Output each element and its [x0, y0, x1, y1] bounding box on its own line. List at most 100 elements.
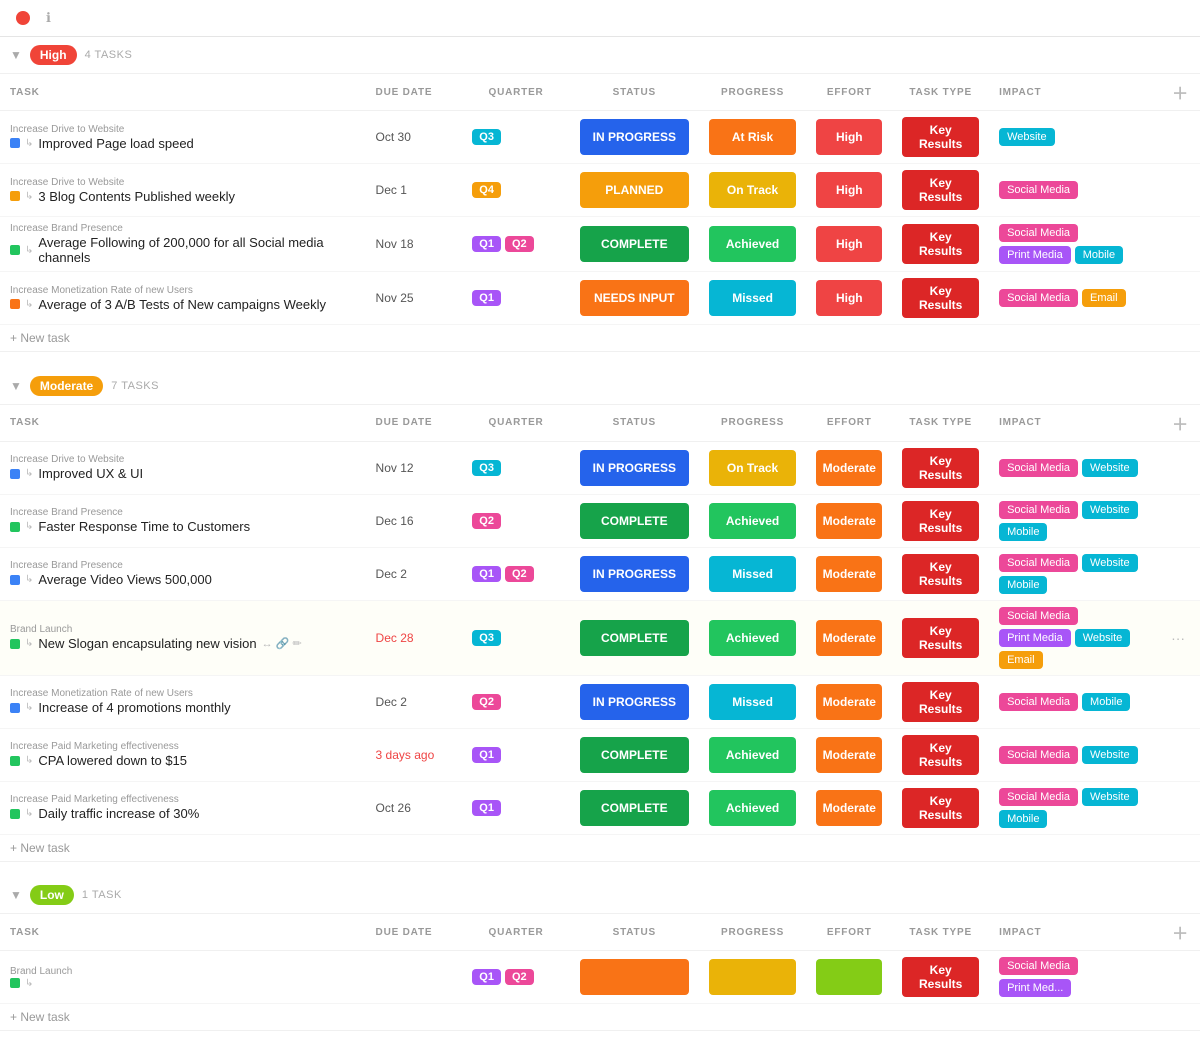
effort-cell[interactable]: Moderate — [806, 547, 892, 600]
effort-value[interactable]: Moderate — [816, 556, 882, 592]
new-task-row-low[interactable]: + New task — [0, 1004, 1200, 1031]
status-value[interactable]: PLANNED — [580, 172, 689, 208]
tasktype-cell[interactable]: Key Results — [892, 600, 989, 675]
status-value[interactable] — [580, 959, 689, 995]
tasktype-cell[interactable]: Key Results — [892, 728, 989, 781]
tasktype-cell[interactable]: Key Results — [892, 217, 989, 272]
tasktype-cell[interactable]: Key Results — [892, 111, 989, 164]
effort-cell[interactable]: Moderate — [806, 675, 892, 728]
row-more-cell[interactable] — [1161, 494, 1200, 547]
status-value[interactable]: IN PROGRESS — [580, 556, 689, 592]
effort-cell[interactable]: Moderate — [806, 441, 892, 494]
effort-cell[interactable]: High — [806, 272, 892, 325]
progress-cell[interactable]: On Track — [699, 441, 807, 494]
tasktype-value[interactable]: Key Results — [902, 448, 979, 488]
effort-cell[interactable]: Moderate — [806, 494, 892, 547]
effort-value[interactable]: High — [816, 280, 882, 316]
progress-cell[interactable]: Achieved — [699, 600, 807, 675]
effort-value[interactable]: Moderate — [816, 684, 882, 720]
status-cell[interactable]: IN PROGRESS — [570, 547, 699, 600]
progress-value[interactable] — [709, 959, 797, 995]
task-name[interactable]: Improved Page load speed — [38, 136, 193, 151]
effort-value[interactable]: Moderate — [816, 503, 882, 539]
progress-value[interactable]: Missed — [709, 280, 797, 316]
progress-value[interactable]: Achieved — [709, 790, 797, 826]
task-name[interactable]: Increase of 4 promotions monthly — [38, 700, 230, 715]
tasktype-value[interactable]: Key Results — [902, 170, 979, 210]
status-value[interactable]: COMPLETE — [580, 620, 689, 656]
row-more-cell[interactable] — [1161, 164, 1200, 217]
status-value[interactable]: COMPLETE — [580, 790, 689, 826]
status-value[interactable]: IN PROGRESS — [580, 450, 689, 486]
tasktype-cell[interactable]: Key Results — [892, 441, 989, 494]
row-more-cell[interactable] — [1161, 728, 1200, 781]
group-toggle-high[interactable]: ▼ — [10, 48, 22, 62]
status-cell[interactable]: COMPLETE — [570, 217, 699, 272]
tasktype-value[interactable]: Key Results — [902, 788, 979, 828]
task-name[interactable]: CPA lowered down to $15 — [38, 753, 187, 768]
effort-cell[interactable] — [806, 951, 892, 1004]
progress-cell[interactable]: Achieved — [699, 728, 807, 781]
effort-value[interactable]: High — [816, 172, 882, 208]
effort-cell[interactable]: Moderate — [806, 781, 892, 834]
progress-value[interactable]: Achieved — [709, 503, 797, 539]
progress-value[interactable]: Missed — [709, 684, 797, 720]
row-more-cell[interactable] — [1161, 547, 1200, 600]
tasktype-cell[interactable]: Key Results — [892, 272, 989, 325]
col-add-header[interactable]: ＋ — [1161, 74, 1200, 111]
row-more-cell[interactable] — [1161, 675, 1200, 728]
status-cell[interactable]: COMPLETE — [570, 494, 699, 547]
status-cell[interactable]: COMPLETE — [570, 781, 699, 834]
col-add-header[interactable]: ＋ — [1161, 404, 1200, 441]
effort-value[interactable]: High — [816, 119, 882, 155]
progress-cell[interactable]: Achieved — [699, 781, 807, 834]
effort-value[interactable]: Moderate — [816, 620, 882, 656]
tasktype-cell[interactable]: Key Results — [892, 781, 989, 834]
progress-cell[interactable]: Missed — [699, 547, 807, 600]
progress-value[interactable]: On Track — [709, 450, 797, 486]
effort-value[interactable]: High — [816, 226, 882, 262]
status-cell[interactable]: COMPLETE — [570, 600, 699, 675]
tasktype-value[interactable]: Key Results — [902, 682, 979, 722]
info-icon[interactable]: ℹ — [46, 10, 51, 26]
task-name[interactable]: 3 Blog Contents Published weekly — [38, 189, 235, 204]
progress-cell[interactable] — [699, 951, 807, 1004]
status-cell[interactable]: IN PROGRESS — [570, 441, 699, 494]
effort-cell[interactable]: High — [806, 164, 892, 217]
new-task-button[interactable] — [59, 15, 71, 21]
status-value[interactable]: COMPLETE — [580, 737, 689, 773]
new-task-row-moderate[interactable]: + New task — [0, 834, 1200, 861]
tasktype-value[interactable]: Key Results — [902, 618, 979, 658]
tasktype-value[interactable]: Key Results — [902, 117, 979, 157]
status-cell[interactable]: COMPLETE — [570, 728, 699, 781]
effort-value[interactable]: Moderate — [816, 450, 882, 486]
row-more-cell[interactable] — [1161, 111, 1200, 164]
status-value[interactable]: COMPLETE — [580, 503, 689, 539]
row-more-cell[interactable]: ··· — [1161, 600, 1200, 675]
status-value[interactable]: IN PROGRESS — [580, 119, 689, 155]
task-name[interactable]: Average Video Views 500,000 — [38, 572, 211, 587]
progress-cell[interactable]: Missed — [699, 272, 807, 325]
new-task-label[interactable]: + New task — [0, 834, 1200, 861]
progress-value[interactable]: At Risk — [709, 119, 797, 155]
row-more-cell[interactable] — [1161, 272, 1200, 325]
progress-cell[interactable]: Achieved — [699, 494, 807, 547]
status-cell[interactable]: PLANNED — [570, 164, 699, 217]
effort-cell[interactable]: Moderate — [806, 728, 892, 781]
col-add-header[interactable]: ＋ — [1161, 914, 1200, 951]
tasktype-value[interactable]: Key Results — [902, 224, 979, 264]
progress-cell[interactable]: On Track — [699, 164, 807, 217]
row-more-cell[interactable] — [1161, 781, 1200, 834]
status-cell[interactable]: IN PROGRESS — [570, 111, 699, 164]
progress-value[interactable]: Achieved — [709, 226, 797, 262]
status-cell[interactable]: NEEDS INPUT — [570, 272, 699, 325]
task-name[interactable]: Average of 3 A/B Tests of New campaigns … — [38, 297, 326, 312]
task-name[interactable]: Faster Response Time to Customers — [38, 519, 250, 534]
progress-value[interactable]: Achieved — [709, 620, 797, 656]
progress-cell[interactable]: At Risk — [699, 111, 807, 164]
effort-cell[interactable]: Moderate — [806, 600, 892, 675]
new-task-row-high[interactable]: + New task — [0, 325, 1200, 352]
effort-cell[interactable]: High — [806, 217, 892, 272]
group-toggle-moderate[interactable]: ▼ — [10, 379, 22, 393]
task-name[interactable]: New Slogan encapsulating new vision — [38, 636, 256, 651]
